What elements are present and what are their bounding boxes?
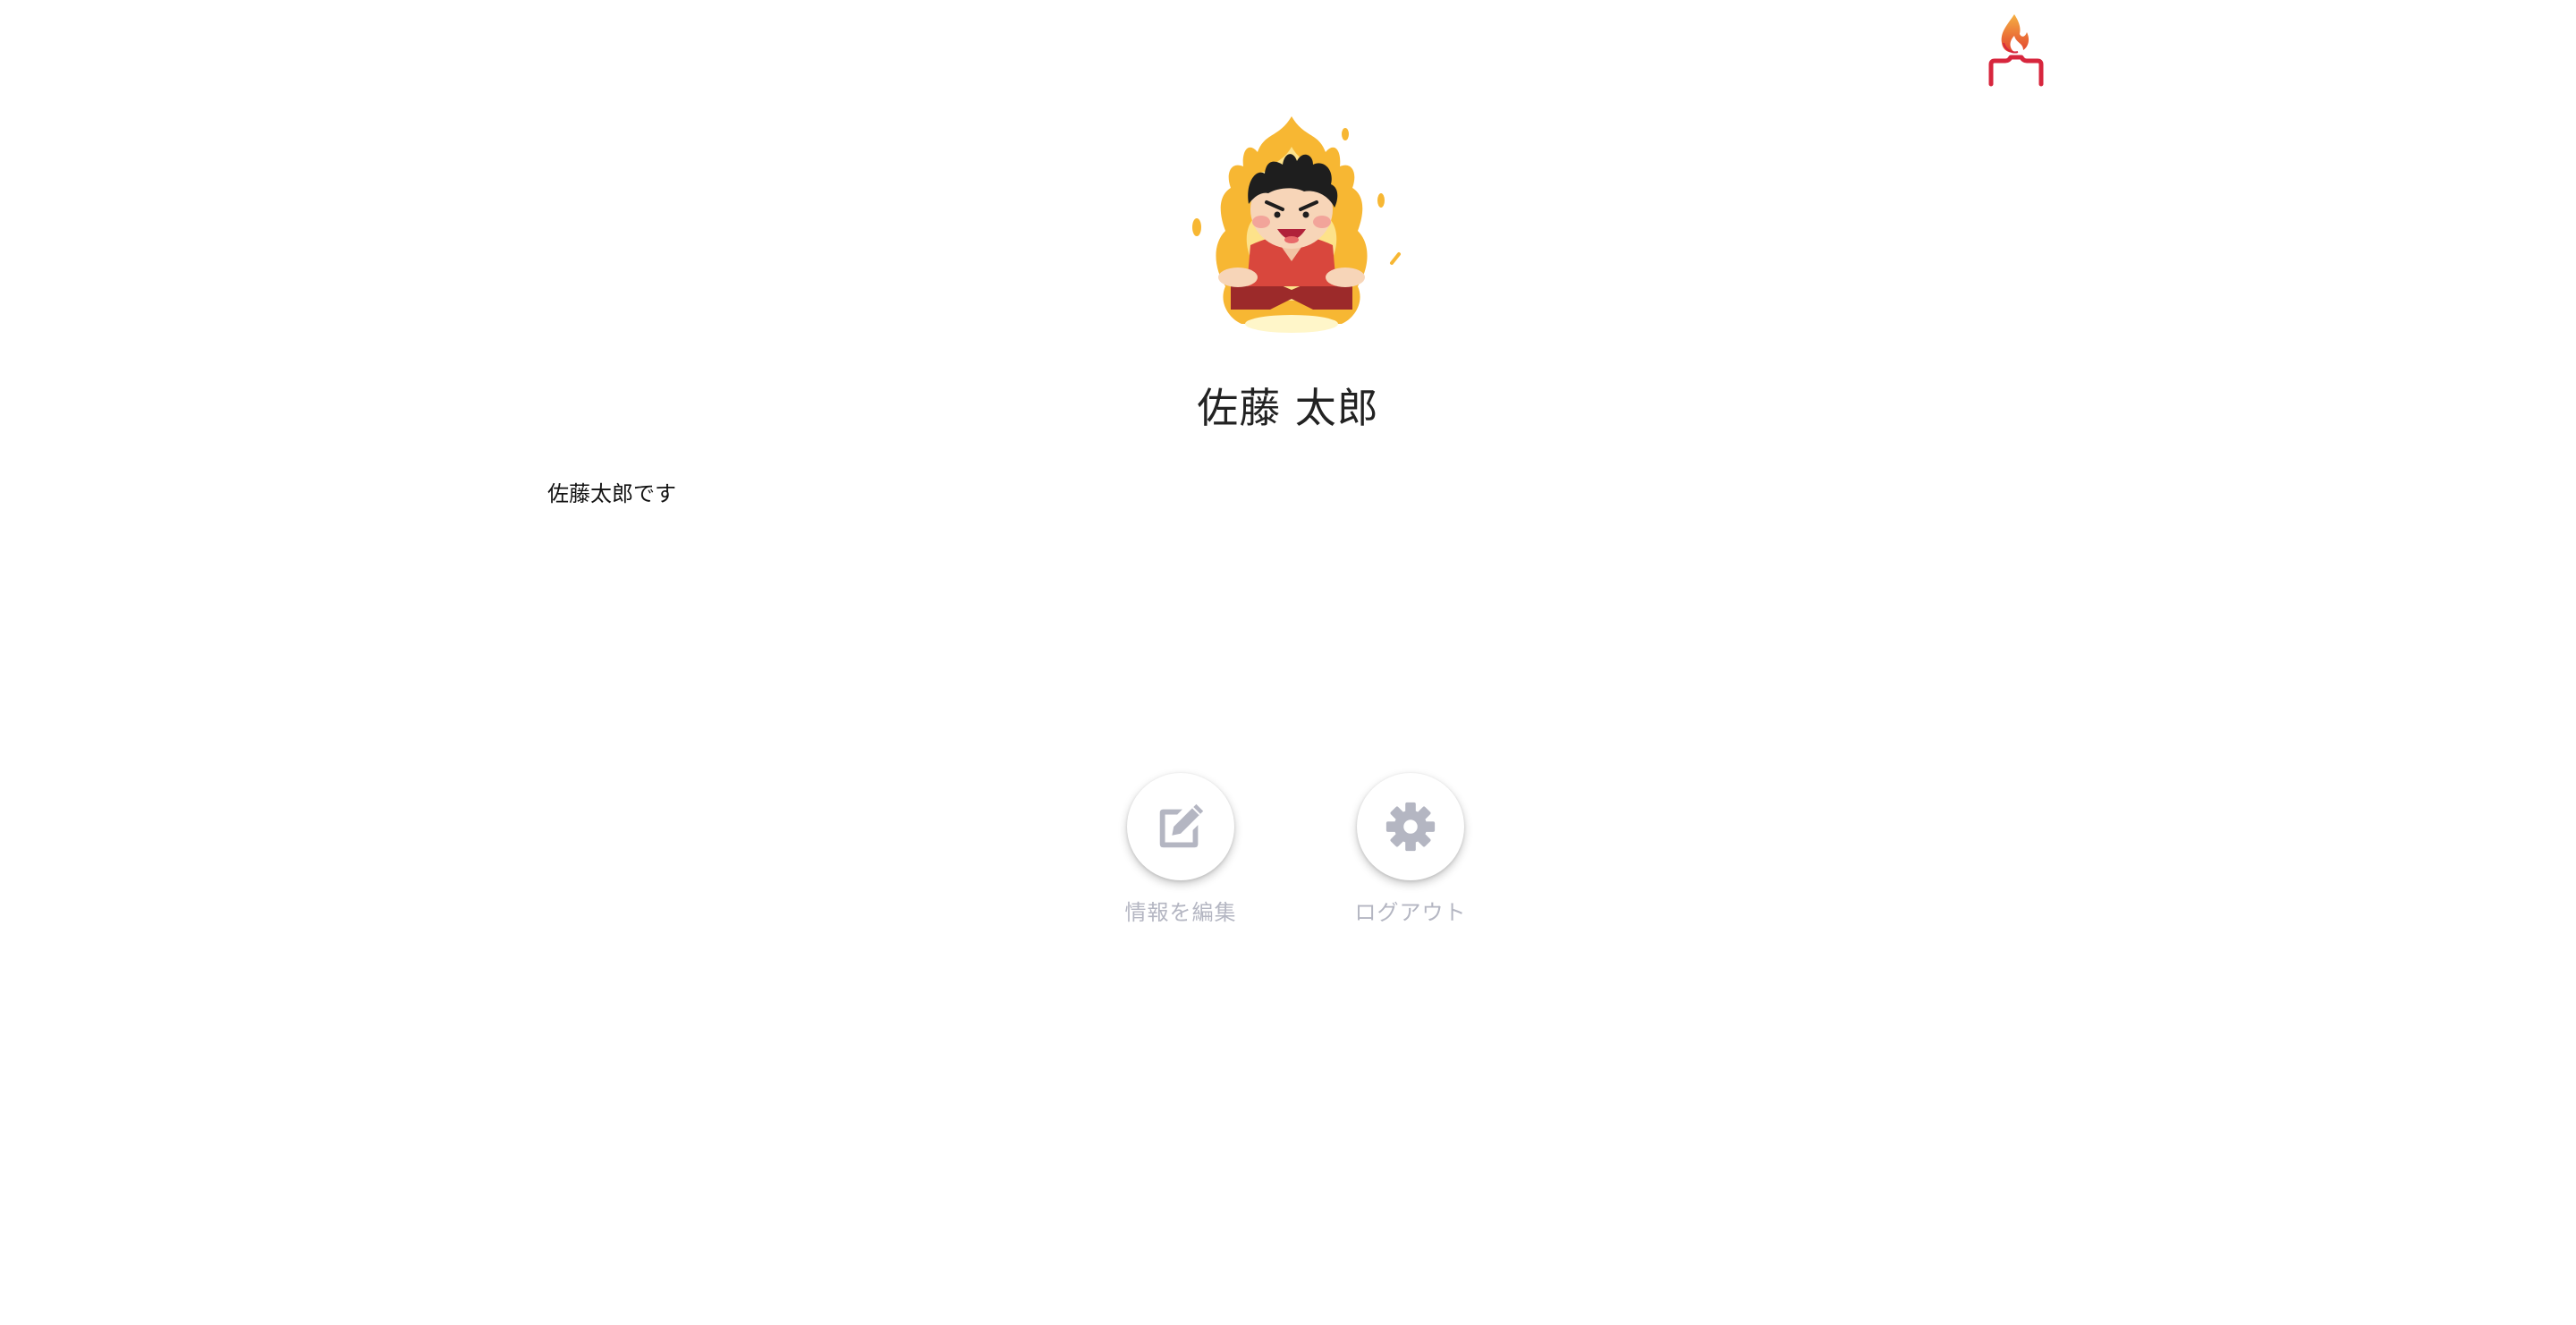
- user-name: 佐藤 太郎: [1197, 384, 1379, 432]
- user-bio: 佐藤太郎です: [547, 481, 676, 506]
- app-logo[interactable]: [1987, 13, 2045, 88]
- edit-profile-button[interactable]: [1127, 773, 1234, 880]
- profile-page: 佐藤 太郎 佐藤太郎です 情報を編集 ログアウト: [0, 0, 2576, 1325]
- gear-icon: [1385, 802, 1436, 852]
- logout-action: ログアウト: [1339, 773, 1482, 926]
- edit-profile-action: 情報を編集: [1109, 773, 1252, 926]
- logout-button[interactable]: [1357, 773, 1464, 880]
- edit-profile-label[interactable]: 情報を編集: [1109, 895, 1252, 926]
- edit-icon: [1159, 803, 1204, 848]
- logout-label[interactable]: ログアウト: [1339, 895, 1482, 926]
- burning-character-avatar: [1192, 116, 1401, 333]
- avatar: [1179, 111, 1404, 344]
- flame-logo-icon: [1988, 14, 2044, 87]
